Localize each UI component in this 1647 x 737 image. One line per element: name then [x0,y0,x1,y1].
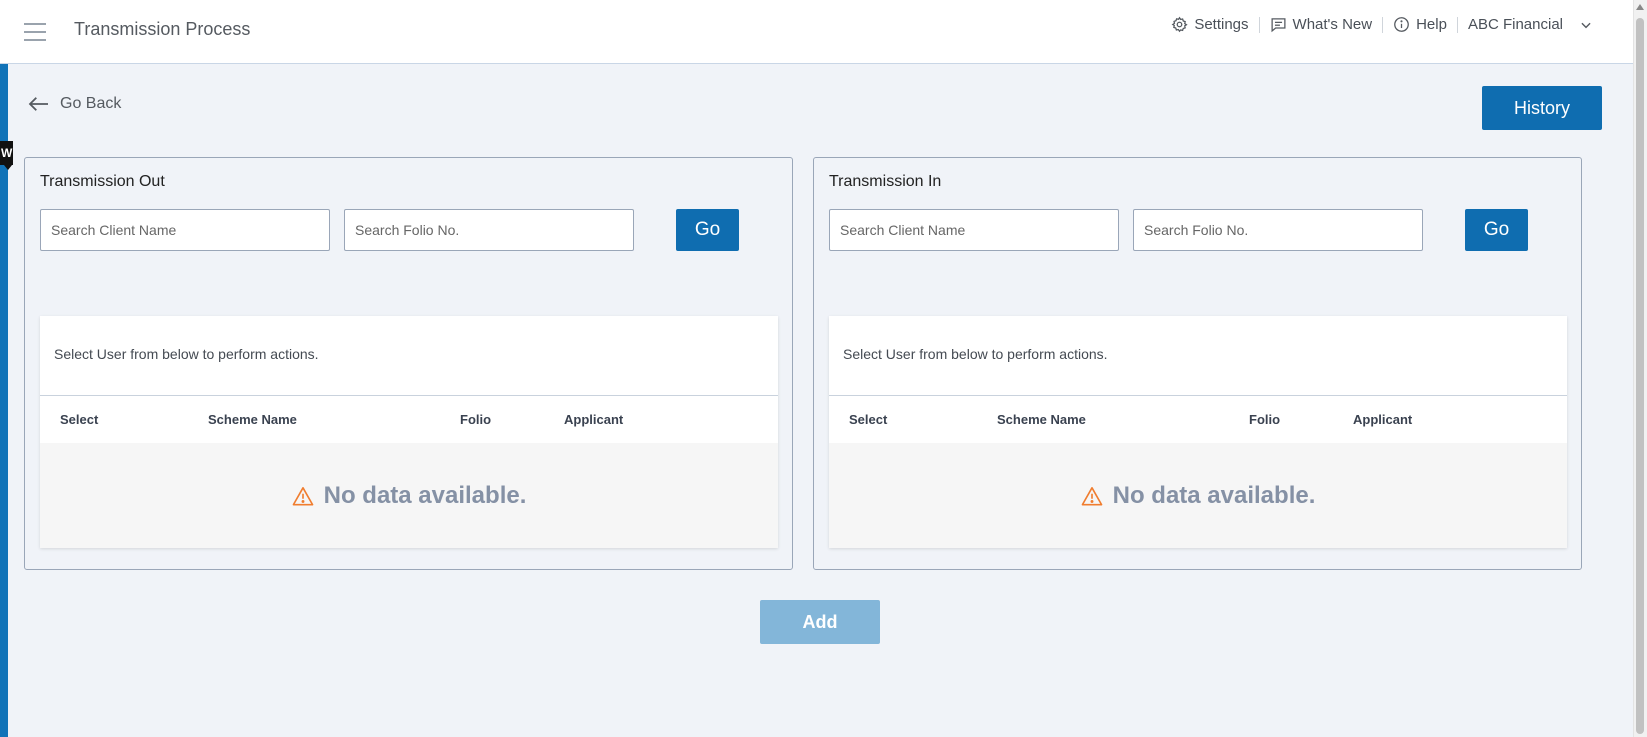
feedback-badge[interactable]: W [0,141,13,170]
go-back-link[interactable]: Go Back [28,95,121,113]
empty-state: No data available. [40,443,778,548]
warning-icon [292,486,313,505]
info-icon [1394,17,1409,32]
table-caption: Select User from below to perform action… [54,346,319,362]
go-back-label: Go Back [60,95,122,112]
settings-link[interactable]: Settings [1161,16,1258,33]
top-nav: Settings What's New Help ABC Financial [1161,16,1603,33]
table-caption: Select User from below to perform action… [843,346,1108,362]
help-link[interactable]: Help [1383,16,1457,33]
add-button[interactable]: Add [760,600,880,644]
scroll-up-icon[interactable] [1636,4,1644,10]
column-header-applicant: Applicant [564,412,624,427]
column-header-applicant: Applicant [1353,412,1413,427]
menu-icon[interactable] [24,23,46,41]
transmission-in-panel: Transmission In Go Select User from belo… [813,157,1582,570]
search-client-name-input[interactable] [829,209,1119,251]
search-client-name-input[interactable] [40,209,330,251]
page-title: Transmission Process [74,19,251,39]
whats-new-label: What's New [1292,16,1373,33]
column-header-folio: Folio [1249,412,1281,427]
account-label: ABC Financial [1467,16,1563,33]
top-header: Transmission Process Settings What's New [0,0,1633,64]
column-header-folio: Folio [460,412,492,427]
column-header-select: Select [849,412,888,427]
no-data-message: No data available. [323,481,527,509]
column-header-scheme-name: Scheme Name [208,412,297,427]
go-button[interactable]: Go [676,209,739,251]
results-table: Select User from below to perform action… [829,316,1567,548]
panel-title: Transmission In [829,173,942,190]
chevron-down-icon [1581,22,1591,28]
scrollbar-thumb[interactable] [1636,18,1644,734]
settings-label: Settings [1194,16,1249,33]
go-button[interactable]: Go [1465,209,1528,251]
panel-title: Transmission Out [40,173,165,190]
search-folio-input[interactable] [344,209,634,251]
column-header-select: Select [60,412,99,427]
empty-state: No data available. [829,443,1567,548]
table-header-row: Select Scheme Name Folio Applicant [829,395,1567,443]
vertical-scrollbar[interactable] [1633,0,1647,737]
search-folio-input[interactable] [1133,209,1423,251]
no-data-message: No data available. [1112,481,1316,509]
results-table: Select User from below to perform action… [40,316,778,548]
table-header-row: Select Scheme Name Folio Applicant [40,395,778,443]
arrow-left-icon [28,97,48,111]
column-header-scheme-name: Scheme Name [997,412,1086,427]
transmission-out-panel: Transmission Out Go Select User from bel… [24,157,793,570]
gear-icon [1171,16,1188,33]
message-icon [1271,18,1286,33]
account-menu[interactable]: ABC Financial [1458,16,1603,33]
help-label: Help [1416,16,1447,33]
history-button[interactable]: History [1482,86,1602,130]
whats-new-link[interactable]: What's New [1260,16,1383,33]
warning-icon [1081,486,1102,505]
